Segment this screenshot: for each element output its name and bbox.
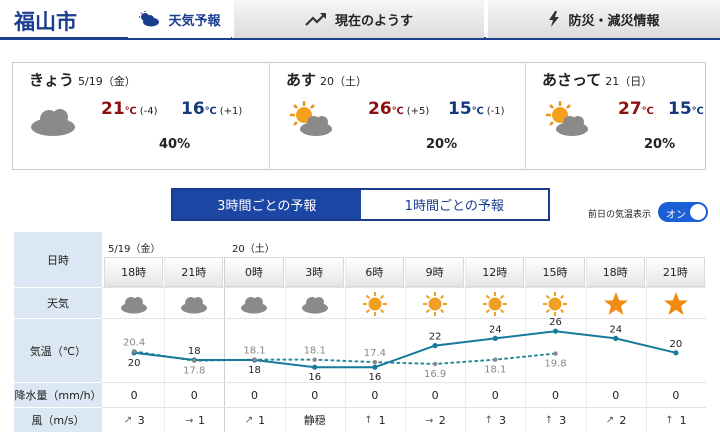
- temp-label: 24: [489, 324, 502, 335]
- low-value: 16: [181, 99, 205, 119]
- prev-temp-point: [131, 349, 137, 354]
- prev-day-label: 前日の気温表示: [588, 210, 652, 220]
- day-card-today: きょう 5/19（金） 21℃ (-4) 16℃ (+1) 40%: [13, 63, 269, 169]
- tab-disaster[interactable]: 防災・減災情報: [486, 0, 720, 38]
- prev-temp-label: 18.1: [243, 346, 265, 357]
- day-heading: きょう 5/19（金）: [29, 69, 136, 90]
- high-temp: 26℃ (+5): [368, 99, 429, 119]
- temp-label: 22: [429, 332, 442, 343]
- sunny-cloudy-icon: [542, 99, 590, 143]
- temp-line: [133, 330, 677, 369]
- prev-temp-label: 19.8: [544, 359, 566, 370]
- temp-label: 16: [369, 372, 382, 383]
- three-hour-button[interactable]: 3時間ごとの予報: [173, 190, 361, 219]
- temp-label: 26: [549, 317, 562, 328]
- hourly-table: 日時 天気 気温（℃） 降水量（mm/h） 風（m/s） 5/19（金） 20（…: [14, 232, 706, 432]
- low-unit: ℃: [691, 106, 704, 117]
- daily-forecast: きょう 5/19（金） 21℃ (-4) 16℃ (+1) 40% あす 20（土） 2…: [12, 62, 706, 170]
- high-temp: 21℃ (-4): [101, 99, 158, 119]
- rain-chance: 40%: [159, 137, 191, 152]
- temp-point: [552, 328, 559, 334]
- day-card-tomorrow: あす 20（土） 26℃ (+5) 15℃ (-1) 20%: [269, 63, 525, 169]
- high-diff: (+5): [406, 106, 430, 117]
- one-hour-button[interactable]: 1時間ごとの予報: [361, 190, 549, 219]
- tab-disaster-label: 防災・減災情報: [568, 13, 660, 29]
- temp-point: [492, 335, 498, 341]
- prev-temp-point: [553, 351, 558, 356]
- prev-temp-point: [252, 357, 257, 362]
- day-date: 5/19（金）: [78, 75, 136, 88]
- high-temp: 27℃: [618, 99, 654, 119]
- high-unit: ℃: [641, 106, 654, 117]
- tab-forecast[interactable]: 天気予報: [128, 0, 231, 38]
- switch-label: オン: [666, 210, 686, 221]
- day-date: 20（土）: [320, 75, 368, 88]
- lightning-icon: [548, 11, 560, 27]
- cloudy-icon: [29, 103, 77, 141]
- prev-temp-label: 20.4: [123, 337, 145, 348]
- day-name: あさって: [542, 71, 602, 89]
- temp-point: [673, 350, 679, 356]
- day-heading: あさって 21（日）: [542, 69, 652, 90]
- temp-point: [432, 343, 438, 349]
- prev-temp-point: [312, 357, 317, 362]
- high-value: 26: [368, 99, 392, 119]
- high-diff: (-4): [139, 106, 158, 117]
- app-header: 福山市 天気予報 現在のようす 防災・減災情報: [0, 0, 720, 40]
- weather-icon: [138, 11, 160, 27]
- tab-current[interactable]: 現在のようす: [232, 0, 484, 38]
- prev-temp-point: [432, 361, 438, 367]
- high-unit: ℃: [391, 106, 404, 117]
- prev-temp-point: [372, 359, 378, 365]
- temperature-chart: 20 20.4 18 17.8 18 18.1 16 18.1 16 17.4 22 16.9 24 18…: [123, 317, 683, 383]
- interval-toggle: 3時間ごとの予報 1時間ごとの予報: [171, 188, 550, 221]
- prev-temp-label: 18.1: [484, 365, 506, 376]
- prev-temp-label: 17.8: [183, 366, 205, 377]
- low-temp: 16℃ (+1): [181, 99, 242, 119]
- day-date: 21（日）: [605, 75, 653, 88]
- switch-knob: [690, 204, 706, 220]
- high-value: 27: [618, 99, 642, 119]
- day-heading: あす 20（土）: [286, 69, 367, 90]
- temp-label: 24: [609, 324, 622, 335]
- low-diff: (+1): [219, 106, 243, 117]
- low-unit: ℃: [471, 106, 484, 117]
- day-card-day-after: あさって 21（日） 27℃ 15℃ 20%: [525, 63, 705, 169]
- temp-label: 18: [248, 365, 261, 376]
- temp-point: [312, 364, 318, 370]
- rain-chance: 20%: [426, 137, 458, 152]
- high-value: 21: [101, 99, 125, 119]
- prev-day-switch[interactable]: オン: [658, 202, 708, 222]
- temp-label: 18: [188, 346, 201, 357]
- temp-point: [613, 335, 619, 341]
- low-diff: (-1): [486, 106, 505, 117]
- temp-label: 20: [128, 358, 141, 369]
- day-name: きょう: [29, 71, 75, 89]
- temp-point: [372, 364, 378, 370]
- low-value: 15: [668, 99, 692, 119]
- low-value: 15: [448, 99, 472, 119]
- prev-temp-label: 18.1: [304, 346, 326, 357]
- temp-label: 16: [308, 372, 321, 383]
- prev-temp-point: [493, 357, 498, 362]
- low-temp: 15℃ (-1): [448, 99, 505, 119]
- rain-chance: 20%: [644, 137, 676, 152]
- prev-temp-point: [192, 358, 197, 363]
- prev-temp-label: 16.9: [424, 369, 446, 380]
- temp-label: 20: [670, 339, 683, 350]
- low-temp: 15℃: [668, 99, 704, 119]
- trend-icon: [305, 12, 327, 26]
- tab-forecast-label: 天気予報: [168, 13, 221, 29]
- city-name: 福山市: [14, 10, 77, 34]
- high-unit: ℃: [124, 106, 137, 117]
- day-name: あす: [286, 71, 317, 89]
- tab-current-label: 現在のようす: [334, 13, 413, 29]
- prev-temp-label: 17.4: [364, 348, 386, 359]
- low-unit: ℃: [204, 106, 217, 117]
- sunny-cloudy-icon: [286, 99, 334, 143]
